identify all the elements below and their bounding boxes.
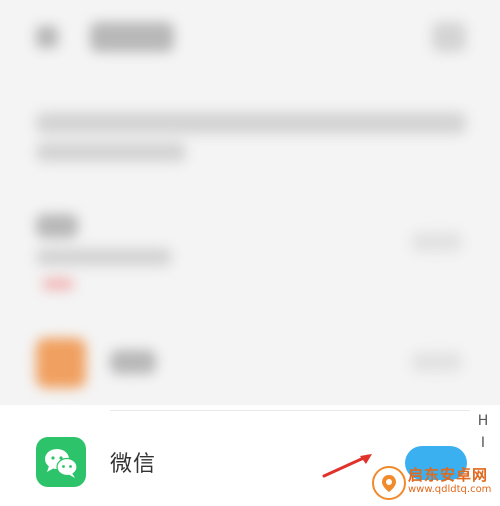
divider [110,410,470,411]
more-icon [432,22,466,52]
alpha-index-letter[interactable]: I [481,432,485,454]
description-text-line2 [36,142,186,162]
alpha-index-letter[interactable]: H [478,410,489,432]
description-text [36,112,466,134]
back-icon [36,26,58,48]
app-name-wechat: 微信 [110,452,157,477]
list-item-title [36,214,78,238]
app-name-blurred [110,350,156,374]
list-item-badge [42,278,74,290]
watermark-logo-icon [372,466,406,500]
list-item-subtitle [36,248,172,266]
page-title [90,22,174,52]
list-item-action [412,232,462,252]
app-icon-blurred [36,338,86,388]
alphabet-index[interactable]: H I [475,410,491,454]
watermark-url: www.qdldtq.com [408,484,492,495]
app-action-blurred [412,352,462,372]
watermark: 启东安卓网 www.qdldtq.com [368,462,500,502]
watermark-title: 启东安卓网 [408,466,489,484]
wechat-icon [36,437,86,487]
blurred-background [0,0,500,410]
